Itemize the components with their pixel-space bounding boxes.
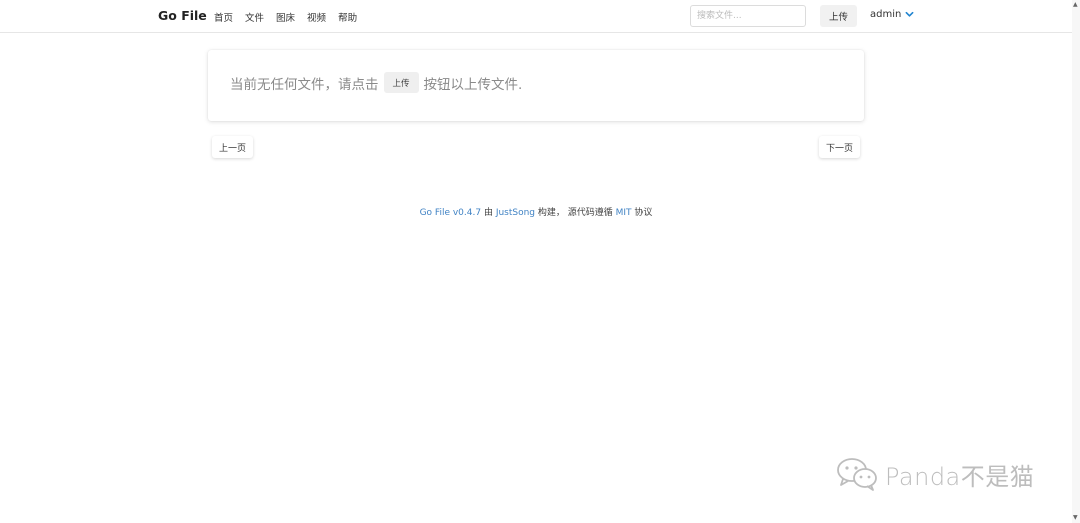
nav-videos[interactable]: 视频: [307, 10, 326, 24]
footer-agreement-text: 协议: [631, 208, 653, 218]
prev-page-button[interactable]: 上一页: [212, 136, 254, 158]
next-page-button[interactable]: 下一页: [819, 136, 861, 158]
empty-message: 当前无任何文件，请点击 上传 按钮以上传文件.: [230, 72, 522, 93]
inline-upload-button[interactable]: 上传: [383, 72, 419, 93]
vertical-scrollbar[interactable]: [1072, 0, 1080, 523]
footer-app-link[interactable]: Go File v0.4.7: [420, 208, 482, 218]
nav-home[interactable]: 首页: [214, 10, 233, 24]
user-menu[interactable]: admin: [870, 9, 914, 20]
footer-license-link[interactable]: MIT: [616, 208, 632, 218]
wechat-icon: [837, 458, 877, 491]
empty-files-card: 当前无任何文件，请点击 上传 按钮以上传文件.: [208, 50, 864, 121]
username: admin: [870, 9, 902, 20]
brand-logo[interactable]: Go File: [158, 8, 207, 23]
upload-button[interactable]: 上传: [820, 5, 857, 27]
footer-by-text: 由: [481, 208, 496, 218]
scroll-up-icon[interactable]: ▲: [1073, 1, 1078, 8]
nav-images[interactable]: 图床: [276, 10, 295, 24]
footer: Go File v0.4.7 由 JustSong 构建， 源代码遵循 MIT …: [0, 205, 1072, 218]
empty-message-suffix: 按钮以上传文件.: [423, 76, 523, 93]
search-input[interactable]: [690, 5, 806, 27]
watermark-text: Panda不是猫: [885, 462, 1035, 491]
empty-message-prefix: 当前无任何文件，请点击: [230, 76, 379, 93]
scroll-down-icon[interactable]: ▼: [1073, 514, 1078, 521]
chevron-down-icon: [905, 11, 914, 17]
wechat-watermark: Panda不是猫: [835, 456, 1034, 492]
top-navbar: Go File 首页 文件 图床 视频 帮助 上传 admin: [0, 0, 1072, 33]
main-nav: 首页 文件 图床 视频 帮助: [214, 10, 369, 24]
nav-help[interactable]: 帮助: [338, 10, 357, 24]
footer-author-link[interactable]: JustSong: [496, 208, 535, 218]
footer-built-text: 构建， 源代码遵循: [535, 208, 616, 218]
nav-files[interactable]: 文件: [245, 10, 264, 24]
